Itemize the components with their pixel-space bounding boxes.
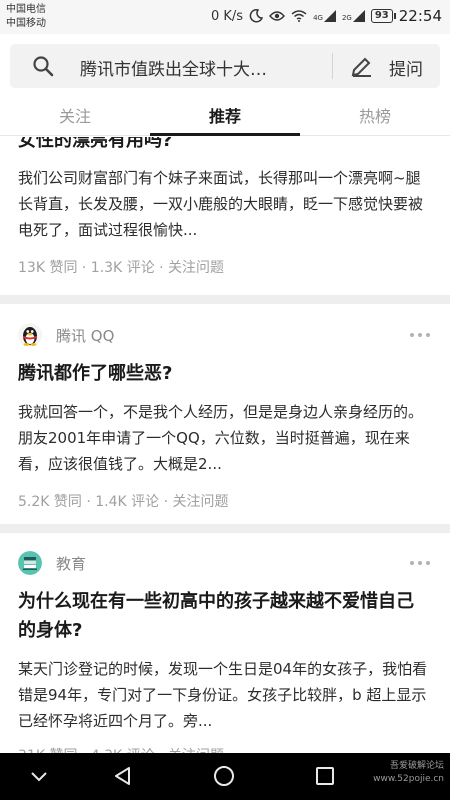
active-tab-indicator	[150, 133, 300, 136]
watermark-line-2: www.52pojie.cn	[373, 774, 444, 784]
search-divider	[332, 53, 333, 79]
signal-group-1: 4G	[313, 10, 336, 22]
topic-name[interactable]: 教育	[56, 553, 86, 574]
watermark: 吾爱破解论坛 www.52pojie.cn	[373, 760, 444, 786]
more-options-icon[interactable]	[410, 560, 430, 566]
feed-card[interactable]: 腾讯 QQ 腾讯都作了哪些恶? 我就回答一个，不是我个人经历，但是是身边人亲身经…	[0, 304, 450, 517]
tab-trending[interactable]: 热榜	[300, 103, 450, 127]
answer-excerpt[interactable]: 我就回答一个，不是我个人经历，但是是身边人亲身经历的。朋友2001年申请了一个Q…	[18, 399, 430, 477]
qq-penguin-icon	[18, 323, 42, 347]
answer-excerpt[interactable]: 某天门诊登记的时候，发现一个生日是04年的女孩子，我怕看错是94年，专门对了一下…	[18, 656, 430, 734]
tab-recommended[interactable]: 推荐	[150, 103, 300, 127]
carrier-secondary: 中国移动	[6, 18, 46, 29]
feed-list[interactable]: 女性的漂亮有用吗? 我们公司财富部门有个妹子来面试，长得那叫一个漂亮啊~腿长背直…	[0, 137, 450, 753]
answer-meta: 5.2K 赞同 · 1.4K 评论 · 关注问题	[18, 494, 229, 510]
back-icon[interactable]	[112, 765, 134, 787]
search-bar[interactable]: 腾讯市值跌出全球十大… 提问	[10, 44, 440, 88]
wifi-icon	[291, 10, 307, 22]
feed-tabs: 关注 推荐 热榜	[0, 94, 450, 136]
watermark-line-1: 吾爱破解论坛	[389, 761, 444, 771]
pencil-icon[interactable]	[350, 55, 374, 77]
topic-row[interactable]: 教育	[18, 551, 86, 575]
signal-bars-icon	[352, 10, 365, 22]
answer-meta: 13K 赞同 · 1.3K 评论 · 关注问题	[18, 260, 225, 276]
question-title[interactable]: 女性的漂亮有用吗?	[18, 137, 430, 155]
battery-indicator: 93	[370, 9, 396, 23]
more-options-icon[interactable]	[410, 332, 430, 338]
feed-card[interactable]: 教育 为什么现在有一些初高中的孩子越来越不爱惜自己的身体? 某天门诊登记的时候，…	[0, 533, 450, 753]
topic-name[interactable]: 腾讯 QQ	[56, 325, 114, 346]
net-badge-2: 2G	[341, 14, 352, 22]
status-indicators: 0 K/s 4G 2G 93 22:54	[211, 6, 442, 26]
tab-following[interactable]: 关注	[0, 103, 150, 127]
moon-icon	[249, 9, 264, 23]
question-title[interactable]: 腾讯都作了哪些恶?	[18, 359, 430, 388]
search-icon	[33, 56, 54, 77]
education-icon	[18, 551, 42, 575]
answer-meta: 31K 赞同 · 4.3K 评论 · 关注问题	[18, 745, 224, 753]
home-icon[interactable]	[213, 765, 235, 787]
search-input[interactable]: 腾讯市值跌出全球十大…	[80, 55, 267, 80]
chevron-down-icon[interactable]	[28, 765, 50, 787]
system-nav-bar: 吾爱破解论坛 www.52pojie.cn	[0, 753, 450, 800]
signal-group-2: 2G	[342, 10, 365, 22]
eye-icon	[269, 11, 285, 21]
status-time: 22:54	[398, 7, 442, 25]
feed-card[interactable]: 女性的漂亮有用吗? 我们公司财富部门有个妹子来面试，长得那叫一个漂亮啊~腿长背直…	[0, 137, 450, 292]
ask-question-button[interactable]: 提问	[389, 55, 423, 80]
card-separator	[0, 295, 450, 304]
signal-bars-icon	[323, 10, 336, 22]
net-speed: 0 K/s	[210, 8, 244, 24]
topic-row[interactable]: 腾讯 QQ	[18, 323, 114, 347]
net-badge-1: 4G	[313, 14, 323, 22]
status-bar: 中国电信 中国移动 0 K/s 4G 2G 93 22:54	[0, 0, 450, 34]
carrier-primary: 中国电信	[6, 4, 46, 15]
question-title[interactable]: 为什么现在有一些初高中的孩子越来越不爱惜自己的身体?	[18, 587, 430, 645]
card-separator	[0, 524, 450, 533]
answer-excerpt[interactable]: 我们公司财富部门有个妹子来面试，长得那叫一个漂亮啊~腿长背直，长发及腰，一双小鹿…	[18, 165, 430, 243]
recents-icon[interactable]	[314, 765, 336, 787]
